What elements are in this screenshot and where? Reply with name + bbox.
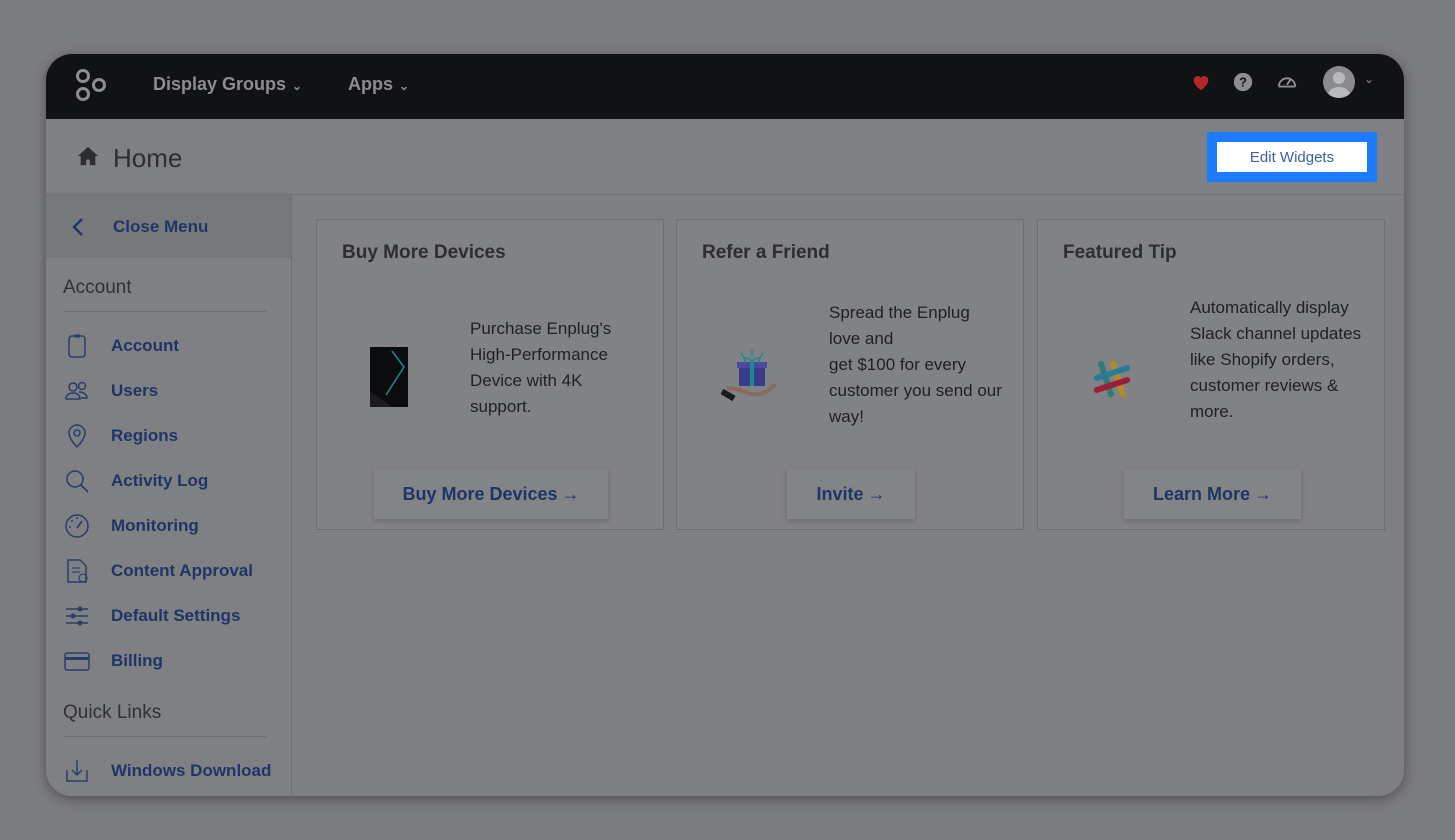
sidebar-item-activity-log[interactable]: Activity Log: [64, 466, 208, 496]
nav-apps-label: Apps: [348, 74, 393, 94]
sidebar-item-label: Windows Download: [111, 761, 272, 780]
buy-more-devices-button[interactable]: Buy More Devices →: [374, 469, 608, 519]
sidebar-item-label: Default Settings: [111, 606, 241, 625]
buy-more-devices-card: Buy More Devices Purchase Enplug's High-…: [316, 219, 664, 530]
card-description: Automatically display Slack channel upda…: [1190, 298, 1362, 421]
nav-display-groups-label: Display Groups: [153, 74, 287, 94]
card-title: Refer a Friend: [702, 242, 830, 263]
nav-display-groups[interactable]: Display Groups ⌄: [153, 74, 302, 95]
home-icon: [77, 146, 99, 166]
button-label: Buy More Devices: [402, 483, 558, 504]
card-description-line: Spread the Enplug love and: [829, 303, 970, 348]
credit-card-icon: [64, 652, 90, 671]
button-label: Invite: [816, 483, 864, 504]
gift-in-hand-icon: [721, 350, 777, 402]
slack-logo-icon: [1093, 360, 1131, 398]
learn-more-button[interactable]: Learn More →: [1124, 469, 1301, 519]
card-description: Purchase Enplug's High-Performance Devic…: [470, 319, 612, 416]
arrow-right-icon: →: [1254, 483, 1273, 504]
sidebar-item-regions[interactable]: Regions: [64, 421, 178, 451]
edit-widgets-button[interactable]: Edit Widgets: [1217, 142, 1367, 172]
sidebar-item-users[interactable]: Users: [64, 376, 158, 406]
sidebar-item-default-settings[interactable]: Default Settings: [64, 601, 240, 631]
sidebar-item-label: Billing: [111, 651, 163, 670]
button-label: Learn More: [1152, 483, 1251, 504]
user-avatar[interactable]: [1323, 66, 1355, 98]
map-pin-icon: [68, 424, 86, 449]
sidebar-item-label: Users: [111, 381, 159, 400]
user-silhouette-icon: [1327, 72, 1351, 98]
users-icon: [65, 381, 88, 400]
clipboard-icon: [68, 334, 86, 358]
sidebar-item-billing[interactable]: Billing: [64, 646, 163, 676]
chevron-down-icon: ⌄: [399, 78, 410, 93]
page-title: Home: [113, 143, 183, 173]
sidebar-item-label: Monitoring: [111, 516, 199, 535]
svg-text:?: ?: [1239, 75, 1247, 90]
card-description: Spread the Enplug love and get $100 for …: [829, 300, 1004, 430]
document-check-icon: [67, 559, 88, 583]
help-icon[interactable]: ?: [1232, 71, 1254, 93]
sidebar-item-label: Account: [111, 336, 179, 355]
chevron-left-icon: [72, 217, 83, 236]
sidebar-item-monitoring[interactable]: Monitoring: [64, 511, 199, 541]
enplug-logo-icon[interactable]: [74, 68, 108, 102]
account-section-title: Account: [63, 277, 132, 298]
sidebar-item-label: Regions: [111, 426, 179, 445]
edit-widgets-highlight: Edit Widgets: [1207, 132, 1377, 182]
chevron-down-icon[interactable]: ⌄: [1364, 72, 1374, 86]
sidebar-item-content-approval[interactable]: Content Approval: [64, 556, 253, 586]
sidebar-item-label: Content Approval: [111, 561, 253, 580]
gauge-icon: [65, 514, 89, 538]
nav-apps[interactable]: Apps ⌄: [348, 74, 409, 95]
sidebar: Close Menu Account Account Users Regions…: [46, 195, 292, 796]
page-header: Home Edit Widgets: [46, 119, 1404, 195]
download-icon: [66, 760, 88, 782]
divider: [63, 736, 266, 737]
close-menu-button[interactable]: Close Menu: [46, 195, 291, 258]
top-navigation: Display Groups ⌄ Apps ⌄ ? ⌄: [46, 54, 1404, 119]
card-description-line: get $100 for every customer you send our…: [829, 355, 1002, 426]
sidebar-item-windows-download[interactable]: Windows Download: [64, 756, 271, 786]
dashboard-gauge-icon[interactable]: [1276, 71, 1298, 93]
invite-button[interactable]: Invite →: [787, 469, 915, 519]
app-window: Display Groups ⌄ Apps ⌄ ? ⌄ Home Edit Wi…: [46, 54, 1404, 796]
card-title: Buy More Devices: [342, 242, 506, 263]
divider: [63, 311, 266, 312]
refer-a-friend-card: Refer a Friend Spread the Enplug love an…: [676, 219, 1024, 530]
chevron-down-icon: ⌄: [292, 78, 303, 93]
heart-icon[interactable]: [1190, 71, 1212, 93]
sidebar-item-label: Activity Log: [111, 471, 209, 490]
arrow-right-icon: →: [867, 483, 886, 504]
card-title: Featured Tip: [1063, 242, 1177, 263]
arrow-right-icon: →: [561, 483, 580, 504]
quick-links-section-title: Quick Links: [63, 702, 162, 723]
search-icon: [66, 470, 89, 493]
featured-tip-card: Featured Tip Automatically display Slack…: [1037, 219, 1385, 530]
sliders-icon: [66, 606, 88, 626]
sidebar-item-account[interactable]: Account: [64, 331, 179, 361]
close-menu-label: Close Menu: [113, 216, 209, 236]
device-image-icon: [370, 347, 408, 407]
